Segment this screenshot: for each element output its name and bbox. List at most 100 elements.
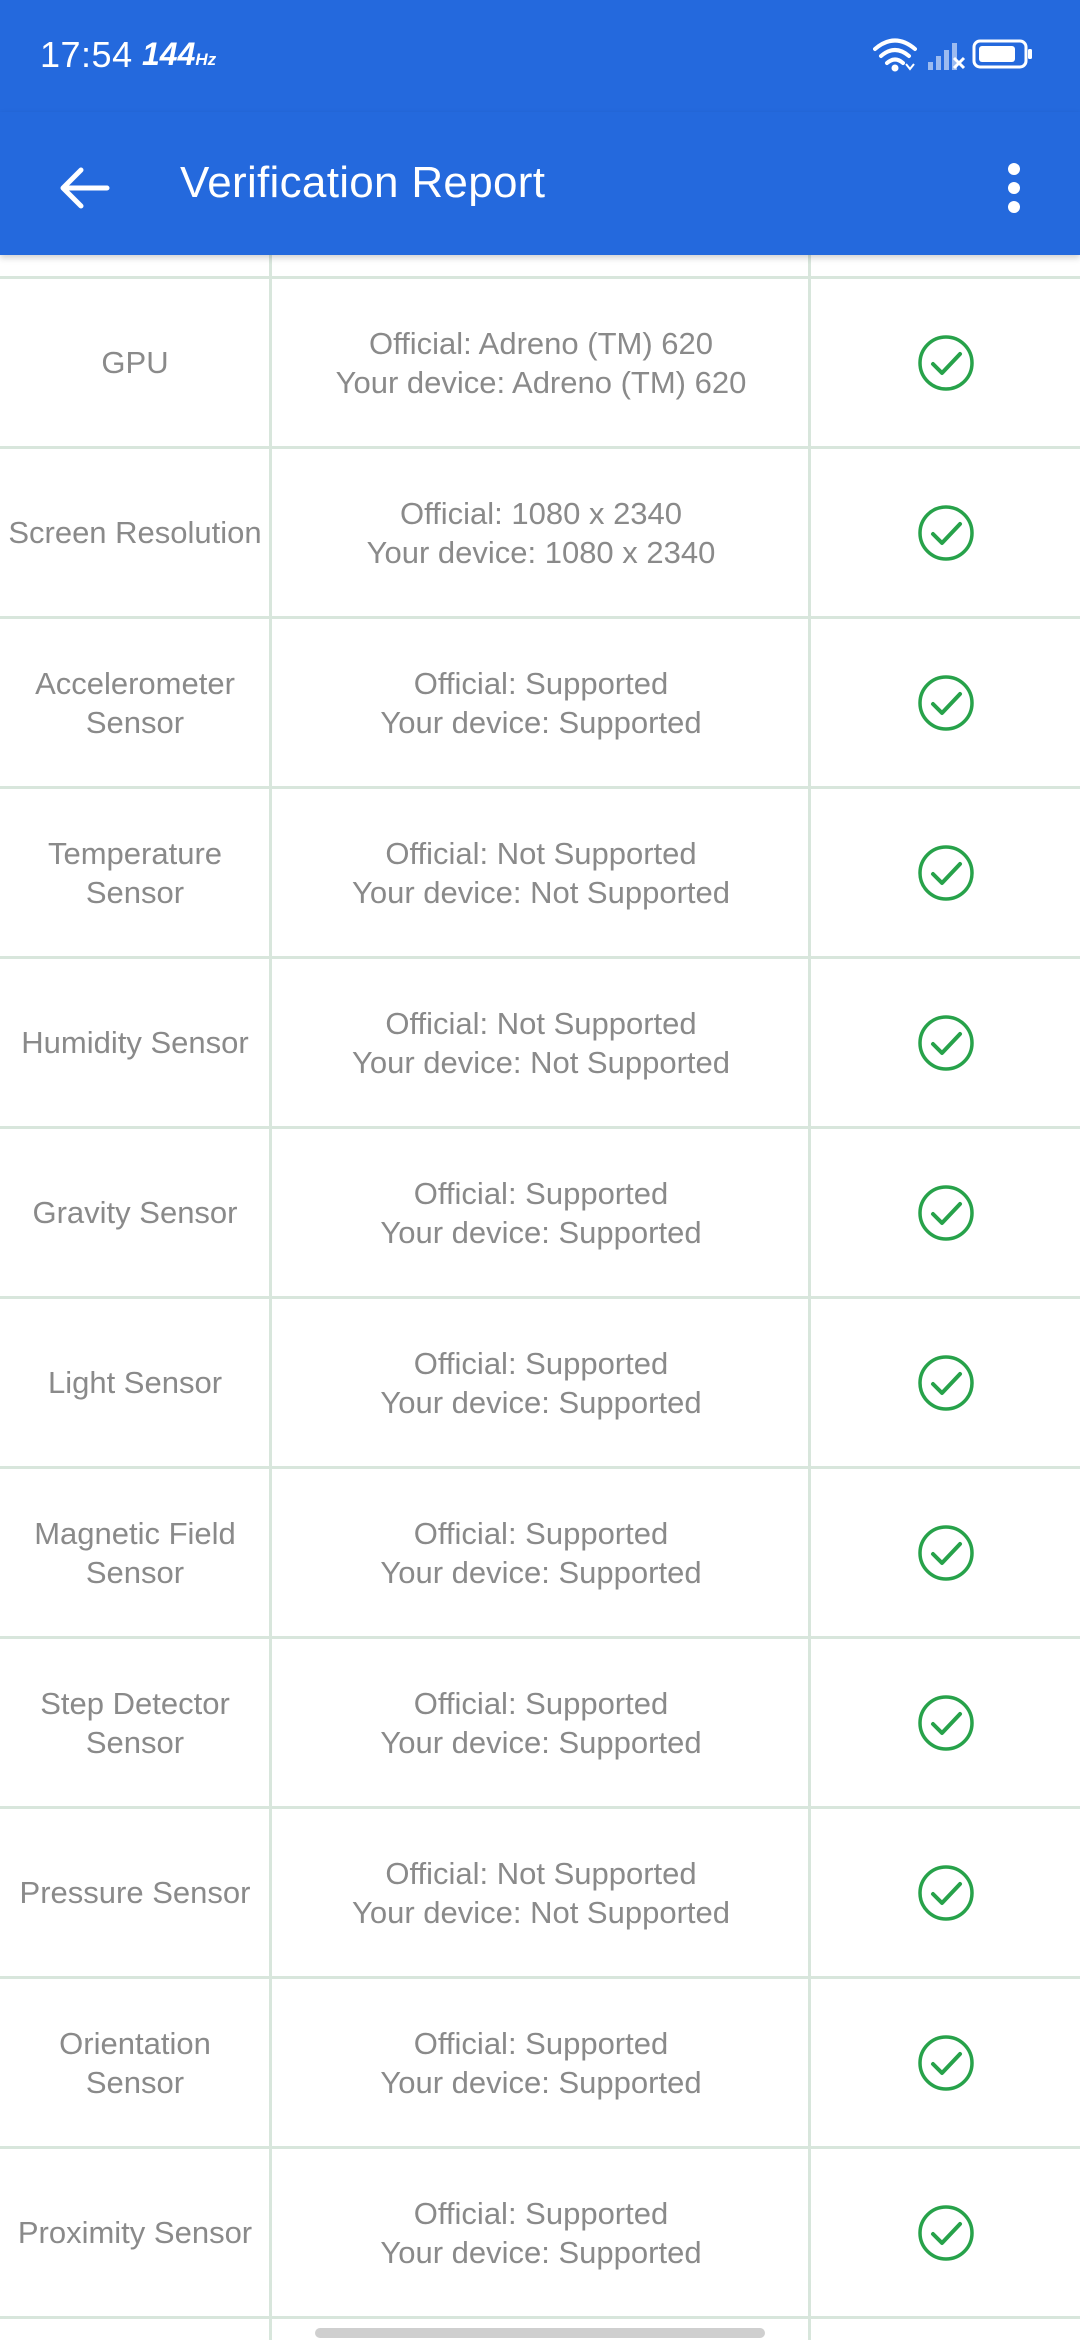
device-value: Your device: Supported xyxy=(380,1554,702,1590)
spec-comparison: Official: Supported Your device: Supporte… xyxy=(272,1469,810,1636)
status-bar: 17:54 144Hz xyxy=(0,0,1080,112)
check-circle-icon xyxy=(918,1694,974,1751)
table-row: Magnetic Field Sensor Official: Supported… xyxy=(0,1469,1080,1639)
arrow-left-icon xyxy=(60,167,110,209)
spec-name: Proximity Sensor xyxy=(17,2215,253,2250)
table-row: Humidity Sensor Official: Not Supported Yo… xyxy=(0,959,1080,1129)
battery-icon xyxy=(972,39,1032,69)
device-value: Your device: Supported xyxy=(380,704,702,740)
status-cell xyxy=(812,1809,1080,1976)
device-value: Your device: Supported xyxy=(380,1724,702,1760)
status-cell xyxy=(812,1979,1080,2146)
spec-comparison: Official: Adreno (TM) 620 Your device: Ad… xyxy=(272,279,810,446)
more-options-button[interactable] xyxy=(990,148,1038,228)
device-value: Your device: Supported xyxy=(380,2064,702,2100)
refresh-rate-value: 144 xyxy=(142,36,196,72)
clock: 17:54 xyxy=(40,34,133,75)
refresh-rate: 144Hz xyxy=(142,36,216,73)
device-value: Your device: Adreno (TM) 620 xyxy=(335,364,747,400)
device-value: Your device: Supported xyxy=(380,2234,702,2270)
spec-comparison: Official: Supported Your device: Supporte… xyxy=(272,1129,810,1296)
spec-comparison: Official: 1080 x 2340 Your device: 1080 x… xyxy=(272,449,810,616)
check-circle-icon xyxy=(918,674,974,731)
table-row: Screen Resolution Official: 1080 x 2340 Yo… xyxy=(0,449,1080,619)
status-cell xyxy=(812,1299,1080,1466)
status-cell xyxy=(812,789,1080,956)
spec-name: Pressure Sensor xyxy=(19,1875,251,1910)
back-button[interactable] xyxy=(44,148,124,228)
signal-icon xyxy=(928,43,966,70)
check-circle-icon xyxy=(918,2034,974,2091)
check-circle-icon xyxy=(918,1524,974,1581)
status-cell xyxy=(812,279,1080,446)
spec-comparison: Official: Not Supported Your device: Not … xyxy=(272,789,810,956)
check-circle-icon xyxy=(918,504,974,561)
spec-comparison: Official: Supported Your device: Supporte… xyxy=(272,1299,810,1466)
spec-comparison: Official: Supported Your device: Supporte… xyxy=(272,2149,810,2316)
official-value: Official: Supported xyxy=(413,1345,669,1381)
table-row: Orientation Sensor Official: Supported You… xyxy=(0,1979,1080,2149)
status-cell xyxy=(812,1469,1080,1636)
official-value: Official: Supported xyxy=(413,1175,669,1211)
official-value: Official: Adreno (TM) 620 xyxy=(368,325,713,361)
status-cell xyxy=(812,2149,1080,2316)
spec-name: GPU xyxy=(101,345,169,380)
official-value: Official: 1080 x 2340 xyxy=(399,495,683,531)
spec-name: Magnetic Field Sensor xyxy=(34,1515,236,1590)
device-value: Your device: Supported xyxy=(380,1384,702,1420)
check-circle-icon xyxy=(918,334,974,391)
device-value: Your device: Supported xyxy=(380,1214,702,1250)
device-value: Your device: Not Supported xyxy=(352,1894,730,1930)
table-row: Proximity Sensor Official: Supported Your … xyxy=(0,2149,1080,2319)
official-value: Official: Not Supported xyxy=(385,1005,697,1041)
status-cell xyxy=(812,959,1080,1126)
check-circle-icon xyxy=(918,2204,974,2261)
table-row: Step Detector Sensor Official: Supported Y… xyxy=(0,1639,1080,1809)
spec-name: Temperature Sensor xyxy=(47,835,223,910)
spec-name: Humidity Sensor xyxy=(21,1025,249,1060)
status-cell xyxy=(812,1639,1080,1806)
status-cell xyxy=(812,619,1080,786)
spec-name: Screen Resolution xyxy=(8,515,262,550)
official-value: Official: Not Supported xyxy=(385,1855,697,1891)
check-circle-icon xyxy=(918,1864,974,1921)
official-value: Official: Supported xyxy=(413,665,669,701)
table-row: GPU Official: Adreno (TM) 620 Your device:… xyxy=(0,279,1080,449)
spec-comparison: Official: Not Supported Your device: Not … xyxy=(272,959,810,1126)
spec-name: Light Sensor xyxy=(47,1365,223,1400)
scroll-indicator[interactable] xyxy=(315,2328,765,2338)
device-value: Your device: Not Supported xyxy=(352,1044,730,1080)
spec-name: Accelerometer Sensor xyxy=(35,665,235,740)
spec-name: Orientation Sensor xyxy=(59,2025,211,2100)
more-vert-icon xyxy=(1008,163,1020,213)
device-value: Your device: Not Supported xyxy=(352,874,730,910)
table-row: Light Sensor Official: Supported Your devi… xyxy=(0,1299,1080,1469)
table-row: Pressure Sensor Official: Not Supported Yo… xyxy=(0,1809,1080,1979)
status-cell xyxy=(812,1129,1080,1296)
table-row: Accelerometer Sensor Official: Supported Y… xyxy=(0,619,1080,789)
spec-comparison: Official: Supported Your device: Supporte… xyxy=(272,619,810,786)
table-row: Temperature Sensor Official: Not Supporte… xyxy=(0,789,1080,959)
check-circle-icon xyxy=(918,1014,974,1071)
official-value: Official: Supported xyxy=(413,2025,669,2061)
app-bar: Verification Report xyxy=(0,112,1080,255)
refresh-rate-unit: Hz xyxy=(195,50,217,69)
official-value: Official: Supported xyxy=(413,1685,669,1721)
spec-comparison: Official: Not Supported Your device: Not … xyxy=(272,1809,810,1976)
verification-table[interactable]: GPU Official: Adreno (TM) 620 Your device:… xyxy=(0,255,1080,2340)
official-value: Official: Supported xyxy=(413,2195,669,2231)
status-cell xyxy=(812,449,1080,616)
spec-name: Gravity Sensor xyxy=(32,1195,238,1230)
official-value: Official: Not Supported xyxy=(385,835,697,871)
screen: 17:54 144Hz Verification Report GPU Offi… xyxy=(0,0,1080,2340)
check-circle-icon xyxy=(918,844,974,901)
wifi-icon xyxy=(873,38,917,72)
official-value: Official: Supported xyxy=(413,1515,669,1551)
spec-comparison: Official: Supported Your device: Supporte… xyxy=(272,1979,810,2146)
check-circle-icon xyxy=(918,1184,974,1241)
table-row: Gravity Sensor Official: Supported Your de… xyxy=(0,1129,1080,1299)
check-circle-icon xyxy=(918,1354,974,1411)
page-title: Verification Report xyxy=(180,158,546,207)
device-value: Your device: 1080 x 2340 xyxy=(366,534,716,570)
spec-name: Step Detector Sensor xyxy=(40,1685,230,1760)
